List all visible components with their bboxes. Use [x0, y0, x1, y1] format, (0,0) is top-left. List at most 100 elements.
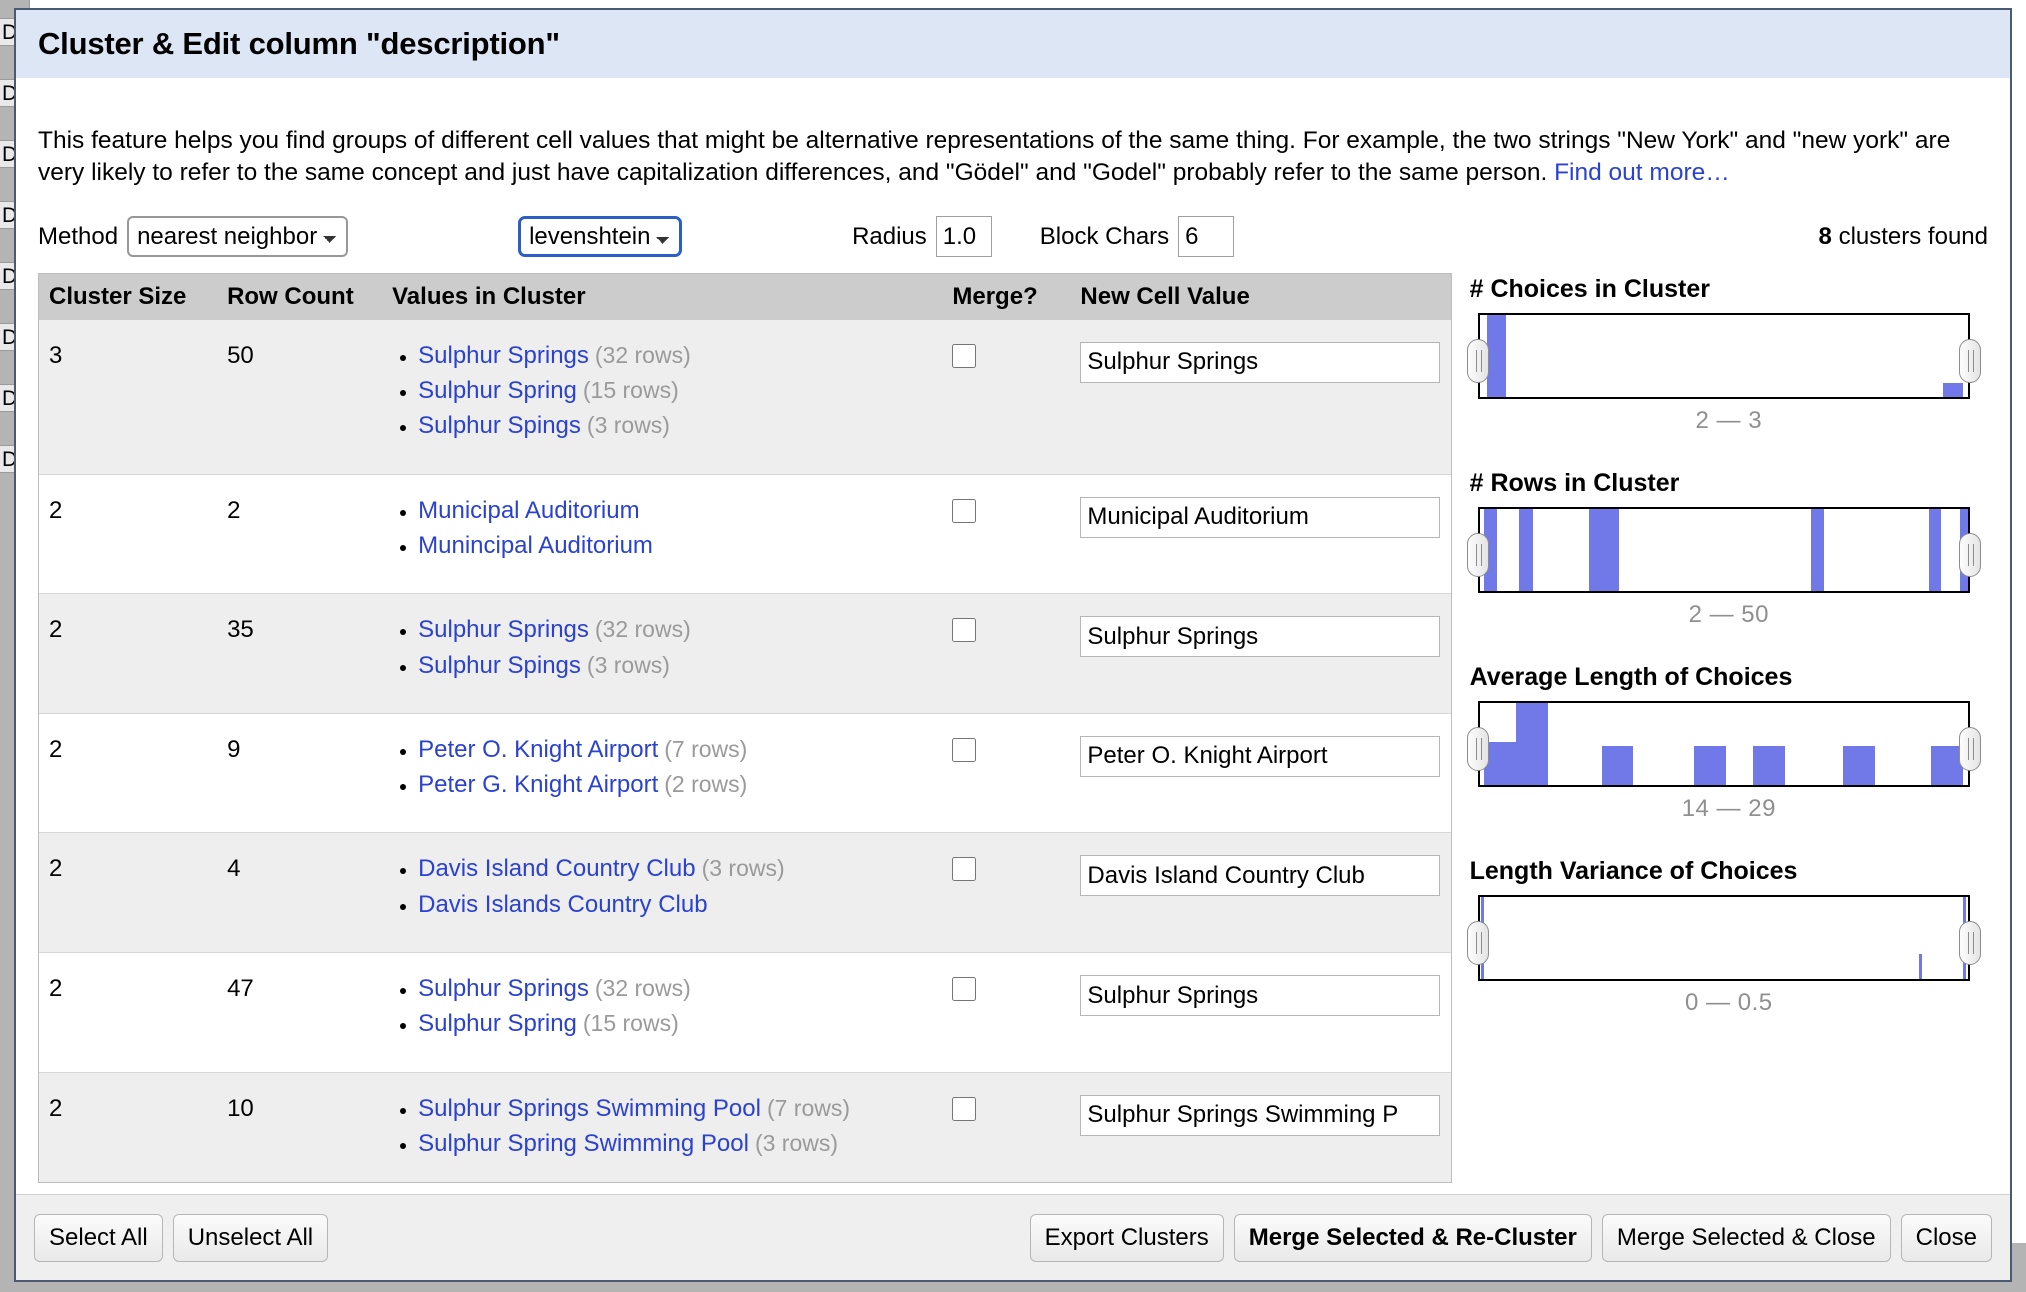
clusters-found-label: clusters found: [1831, 222, 1988, 250]
facet-range-handle-max[interactable]: [1958, 726, 1981, 771]
header-row-count[interactable]: Row Count: [217, 273, 383, 320]
new-cell-value-input[interactable]: [1080, 1094, 1441, 1136]
facet-range-handle-max[interactable]: [1958, 920, 1981, 965]
header-values-in-cluster[interactable]: Values in Cluster: [382, 273, 943, 320]
merge-checkbox[interactable]: [952, 857, 977, 882]
cluster-value-link[interactable]: Peter G. Knight Airport: [418, 771, 658, 798]
facet-plot-wrap: [1466, 700, 1988, 787]
method-select[interactable]: nearest neighbor: [127, 216, 349, 258]
cell-merge: [942, 593, 1071, 714]
new-cell-value-input[interactable]: [1080, 975, 1441, 1017]
cluster-value-link[interactable]: Municipal Auditorium: [418, 497, 639, 524]
list-item: Peter G. Knight Airport(2 rows): [418, 771, 942, 799]
cell-merge: [942, 1071, 1071, 1182]
histogram-bar: [1752, 746, 1785, 785]
cell-new-value: [1070, 320, 1450, 474]
list-item: Sulphur Spings(3 rows): [418, 412, 942, 440]
table-row: 210Sulphur Springs Swimming Pool(7 rows)…: [39, 1071, 1451, 1182]
header-cluster-size[interactable]: Cluster Size: [39, 273, 218, 320]
facet: Length Variance of Choices 0 — 0.5: [1466, 857, 1988, 1017]
histogram-bar: [1518, 508, 1534, 591]
merge-checkbox[interactable]: [952, 618, 977, 643]
list-item: Sulphur Spring Swimming Pool(3 rows): [418, 1130, 942, 1158]
unselect-all-button[interactable]: Unselect All: [172, 1213, 329, 1262]
header-merge[interactable]: Merge?: [942, 273, 1071, 320]
list-item: Davis Island Country Club(3 rows): [418, 855, 942, 883]
merge-checkbox[interactable]: [952, 977, 977, 1002]
block-chars-input[interactable]: [1178, 216, 1235, 258]
new-cell-value-input[interactable]: [1080, 855, 1441, 897]
clusters-found-status: 8 clusters found: [1819, 223, 1988, 251]
merge-checkbox[interactable]: [952, 1096, 977, 1121]
dialog-header: Cluster & Edit column "description": [16, 10, 2010, 78]
cluster-value-link[interactable]: Peter O. Knight Airport: [418, 736, 658, 763]
facet-histogram[interactable]: [1477, 894, 1970, 981]
facet-bars: [1480, 508, 1968, 591]
cell-values-in-cluster: Sulphur Springs(32 rows)Sulphur Spings(3…: [382, 593, 943, 714]
cluster-value-link[interactable]: Sulphur Spring: [418, 1010, 577, 1037]
table-header-row: Cluster Size Row Count Values in Cluster…: [39, 273, 1451, 320]
table-row: 24Davis Island Country Club(3 rows)Davis…: [39, 832, 1451, 953]
cluster-value-link[interactable]: Sulphur Spings: [418, 652, 581, 679]
cluster-value-link[interactable]: Sulphur Springs: [418, 975, 589, 1002]
merge-checkbox[interactable]: [952, 737, 977, 762]
facets-panel: # Choices in Cluster 2 — 3 # Rows in Clust…: [1466, 273, 1988, 1183]
table-row: 29Peter O. Knight Airport(7 rows)Peter G…: [39, 712, 1451, 833]
cluster-edit-dialog: Cluster & Edit column "description" This…: [14, 8, 2012, 1282]
facet-range-handle-max[interactable]: [1958, 338, 1981, 383]
new-cell-value-input[interactable]: [1080, 341, 1441, 383]
histogram-bar: [1694, 746, 1727, 785]
facet-range-handle-min[interactable]: [1466, 338, 1489, 383]
cluster-value-link[interactable]: Davis Islands Country Club: [418, 891, 707, 918]
facet: # Choices in Cluster 2 — 3: [1466, 275, 1988, 435]
merge-selected-recluster-button[interactable]: Merge Selected & Re-Cluster: [1233, 1213, 1592, 1262]
list-item: Municipal Auditorium: [418, 497, 942, 525]
histogram-bar: [1486, 314, 1507, 397]
cell-cluster-size: 2: [39, 473, 218, 594]
table-row: 235 Sulphur Springs(32 rows) Sulphur Sping…: [39, 593, 1451, 714]
cluster-value-link[interactable]: Sulphur Springs: [418, 342, 589, 369]
cluster-value-link[interactable]: Sulphur Springs: [418, 616, 589, 643]
facet-range-handle-min[interactable]: [1466, 532, 1489, 577]
cluster-value-link[interactable]: Munincipal Auditorium: [418, 532, 653, 559]
new-cell-value-input[interactable]: [1080, 616, 1441, 658]
facet-range-handle-max[interactable]: [1958, 532, 1981, 577]
method-label: Method: [38, 222, 119, 250]
merge-checkbox[interactable]: [952, 343, 977, 368]
cluster-value-link[interactable]: Sulphur Spring: [418, 377, 577, 404]
find-out-more-link[interactable]: Find out more…: [1554, 159, 1730, 186]
description-text: This feature helps you find groups of di…: [38, 103, 1988, 191]
export-clusters-button[interactable]: Export Clusters: [1029, 1213, 1224, 1262]
radius-input[interactable]: [935, 216, 992, 258]
cluster-value-link[interactable]: Sulphur Spring Swimming Pool: [418, 1130, 749, 1157]
cell-new-value: [1070, 952, 1451, 1073]
facet-histogram[interactable]: [1477, 700, 1970, 787]
new-cell-value-input[interactable]: [1080, 735, 1441, 777]
cluster-value-link[interactable]: Sulphur Springs Swimming Pool: [418, 1095, 761, 1122]
merge-checkbox[interactable]: [952, 498, 977, 523]
facet-title: # Rows in Cluster: [1469, 468, 1680, 497]
facet-range-handle-min[interactable]: [1466, 920, 1489, 965]
select-all-button[interactable]: Select All: [34, 1213, 163, 1262]
value-row-count: (32 rows): [594, 975, 691, 1002]
page-title: Cluster & Edit column "description": [38, 26, 560, 61]
values-list: Sulphur Springs Swimming Pool(7 rows)Sul…: [392, 1095, 942, 1159]
histogram-bar: [1516, 702, 1548, 785]
cluster-value-link[interactable]: Davis Island Country Club: [418, 855, 695, 882]
facet-histogram[interactable]: [1477, 312, 1970, 399]
table-row: 22 Municipal Auditorium Munincipal Auditor…: [39, 473, 1451, 594]
cluster-table-pane[interactable]: Cluster Size Row Count Values in Cluster…: [38, 272, 1452, 1183]
header-new-cell-value[interactable]: New Cell Value: [1070, 273, 1451, 320]
distance-function-select[interactable]: levenshtein: [518, 216, 683, 258]
merge-selected-close-button[interactable]: Merge Selected & Close: [1601, 1213, 1891, 1262]
cluster-value-link[interactable]: Sulphur Spings: [418, 412, 581, 439]
facet: # Rows in Cluster 2 — 50: [1466, 468, 1988, 629]
values-list: Sulphur Springs(32 rows) Sulphur Spring(1…: [392, 342, 942, 441]
facet-plot-wrap: [1466, 312, 1988, 399]
facet-range-label: 2 — 50: [1688, 600, 1769, 628]
new-cell-value-input[interactable]: [1080, 496, 1441, 538]
table-row: 350Sulphur Springs(32 rows)Sulphur Sprin…: [39, 319, 1451, 475]
facet-range-handle-min[interactable]: [1466, 726, 1489, 771]
facet-histogram[interactable]: [1477, 506, 1970, 593]
close-button[interactable]: Close: [1900, 1213, 1992, 1262]
